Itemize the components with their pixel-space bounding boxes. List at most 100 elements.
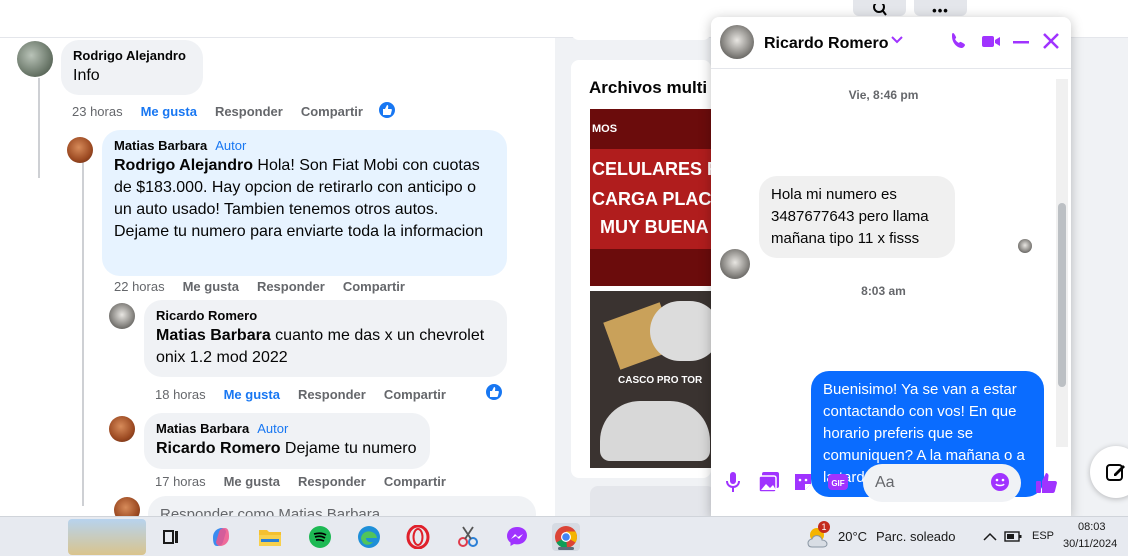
thumbs-up-icon[interactable] — [1035, 471, 1057, 493]
microphone-icon[interactable] — [723, 471, 745, 493]
scrollbar-thumb[interactable] — [1058, 203, 1066, 387]
comment-actions: 18 horas Me gusta Responder Compartir — [155, 387, 446, 402]
mention[interactable]: Ricardo Romero — [156, 440, 280, 457]
chat-avatar[interactable] — [720, 25, 754, 59]
video-call-icon[interactable] — [981, 31, 1003, 53]
like-button[interactable]: Me gusta — [141, 104, 197, 119]
comment-author[interactable]: Rodrigo Alejandro — [73, 48, 191, 63]
compose-icon — [1106, 464, 1125, 481]
snipping-tool-icon[interactable] — [454, 523, 482, 551]
comment-text: Ricardo Romero Dejame tu numero — [156, 438, 418, 460]
comment-bubble: Ricardo Romero Matias Barbara cuanto me … — [144, 300, 507, 377]
opera-icon[interactable] — [404, 523, 432, 551]
phone-icon[interactable] — [949, 31, 971, 53]
media-title[interactable]: Archivos multi — [589, 78, 707, 98]
spotify-icon[interactable] — [306, 523, 334, 551]
input-language[interactable]: ESP — [1032, 530, 1054, 542]
reply-button[interactable]: Responder — [215, 104, 283, 119]
comment-bubble: Rodrigo Alejandro Info — [61, 40, 203, 95]
comments-panel: Rodrigo Alejandro Info 23 horas Me gusta… — [0, 38, 555, 516]
thread-line — [82, 158, 84, 506]
chat-scrollbar[interactable] — [1056, 79, 1068, 447]
comment-time[interactable]: 22 horas — [114, 279, 165, 294]
author-badge: Autor — [257, 421, 289, 436]
clock-time[interactable]: 08:03 — [1078, 521, 1106, 533]
thread-line — [38, 78, 40, 178]
comment-actions: 17 horas Me gusta Responder Compartir — [155, 474, 446, 489]
chrome-icon[interactable] — [552, 523, 580, 551]
edge-icon[interactable] — [355, 523, 383, 551]
avatar[interactable] — [17, 41, 53, 77]
media-text: CARGA PLACAS — [592, 189, 715, 209]
more-icon: ••• — [932, 3, 949, 18]
chat-contact-name[interactable]: Ricardo Romero — [764, 35, 888, 53]
weather-description[interactable]: Parc. soleado — [876, 529, 956, 544]
media-text: MUY BUENA — [600, 217, 709, 237]
comment-bubble: Matias Barbara Autor Ricardo Romero Dejam… — [144, 413, 430, 469]
gif-icon[interactable]: GIF — [827, 471, 849, 493]
like-button[interactable]: Me gusta — [224, 474, 280, 489]
widget-landscape-icon[interactable] — [68, 519, 146, 555]
minimize-icon[interactable] — [1011, 31, 1033, 53]
incoming-message[interactable]: Hola mi numero es 3487677643 pero llama … — [759, 176, 955, 258]
media-text: MOS — [592, 123, 618, 135]
like-button[interactable]: Me gusta — [183, 279, 239, 294]
chat-header: Ricardo Romero — [711, 17, 1071, 69]
media-text: CASCO PRO TOR — [618, 375, 703, 386]
media-thumbnail[interactable]: CASCO PRO TOR — [590, 291, 715, 468]
comment-author-line: Matias Barbara Autor — [156, 421, 418, 436]
message-timestamp: Vie, 8:46 pm — [848, 88, 919, 102]
reply-button[interactable]: Responder — [257, 279, 325, 294]
more-button[interactable]: ••• — [914, 0, 967, 18]
mention[interactable]: Matias Barbara — [156, 327, 271, 344]
comment-time[interactable]: 23 horas — [72, 104, 123, 119]
task-view-icon[interactable] — [157, 523, 185, 551]
file-explorer-icon[interactable] — [256, 523, 284, 551]
copilot-icon[interactable] — [207, 523, 235, 551]
media-thumbnail[interactable]: MOS CELULARES RO CARGA PLACAS MUY BUENA — [590, 109, 715, 286]
comment-actions: 22 horas Me gusta Responder Compartir — [114, 279, 405, 294]
comment-bubble: Matias Barbara Autor Rodrigo Alejandro Ho… — [102, 130, 507, 276]
comment-time[interactable]: 17 horas — [155, 474, 206, 489]
comment-author[interactable]: Ricardo Romero — [156, 308, 495, 323]
chat-composer: GIF Aa — [711, 457, 1071, 509]
share-button[interactable]: Compartir — [301, 104, 363, 119]
media-text: CELULARES RO — [592, 159, 715, 179]
weather-badge: 1 — [818, 521, 830, 533]
avatar[interactable] — [67, 137, 93, 163]
message-timestamp: 8:03 am — [861, 284, 906, 298]
mention[interactable]: Rodrigo Alejandro — [114, 157, 253, 174]
like-reaction-icon[interactable] — [377, 100, 397, 120]
comment-time[interactable]: 18 horas — [155, 387, 206, 402]
chat-window: Ricardo Romero Vie, 8:46 pm Hola mi nume… — [711, 17, 1071, 517]
search-button[interactable] — [853, 0, 906, 16]
reply-button[interactable]: Responder — [298, 387, 366, 402]
new-message-button[interactable] — [1090, 446, 1128, 498]
like-reaction-icon[interactable] — [484, 382, 504, 402]
close-icon[interactable] — [1041, 31, 1063, 53]
chevron-down-icon[interactable] — [891, 31, 903, 47]
photo-icon[interactable] — [758, 471, 780, 493]
weather-icon[interactable]: 1 — [805, 521, 833, 551]
share-button[interactable]: Compartir — [343, 279, 405, 294]
reply-input[interactable]: Responder como Matias Barbara — [148, 496, 536, 516]
reply-button[interactable]: Responder — [298, 474, 366, 489]
sticker-icon[interactable] — [792, 471, 814, 493]
weather-temp[interactable]: 20°C — [838, 529, 867, 544]
share-button[interactable]: Compartir — [384, 387, 446, 402]
emoji-icon[interactable] — [990, 472, 1012, 494]
like-button[interactable]: Me gusta — [224, 387, 280, 402]
comment-author[interactable]: Matias Barbara — [114, 138, 207, 153]
comment-author[interactable]: Matias Barbara — [156, 421, 249, 436]
avatar — [114, 497, 140, 516]
messenger-icon[interactable] — [503, 523, 531, 551]
avatar[interactable] — [109, 303, 135, 329]
comment-actions: 23 horas Me gusta Responder Compartir — [72, 104, 363, 119]
clock-date[interactable]: 30/11/2024 — [1063, 538, 1117, 550]
battery-network-icon[interactable] — [1000, 523, 1028, 551]
comment-text: Info — [73, 67, 100, 84]
comment-text: Rodrigo Alejandro Hola! Son Fiat Mobi co… — [114, 155, 495, 243]
share-button[interactable]: Compartir — [384, 474, 446, 489]
svg-text:GIF: GIF — [831, 479, 844, 488]
avatar[interactable] — [109, 416, 135, 442]
